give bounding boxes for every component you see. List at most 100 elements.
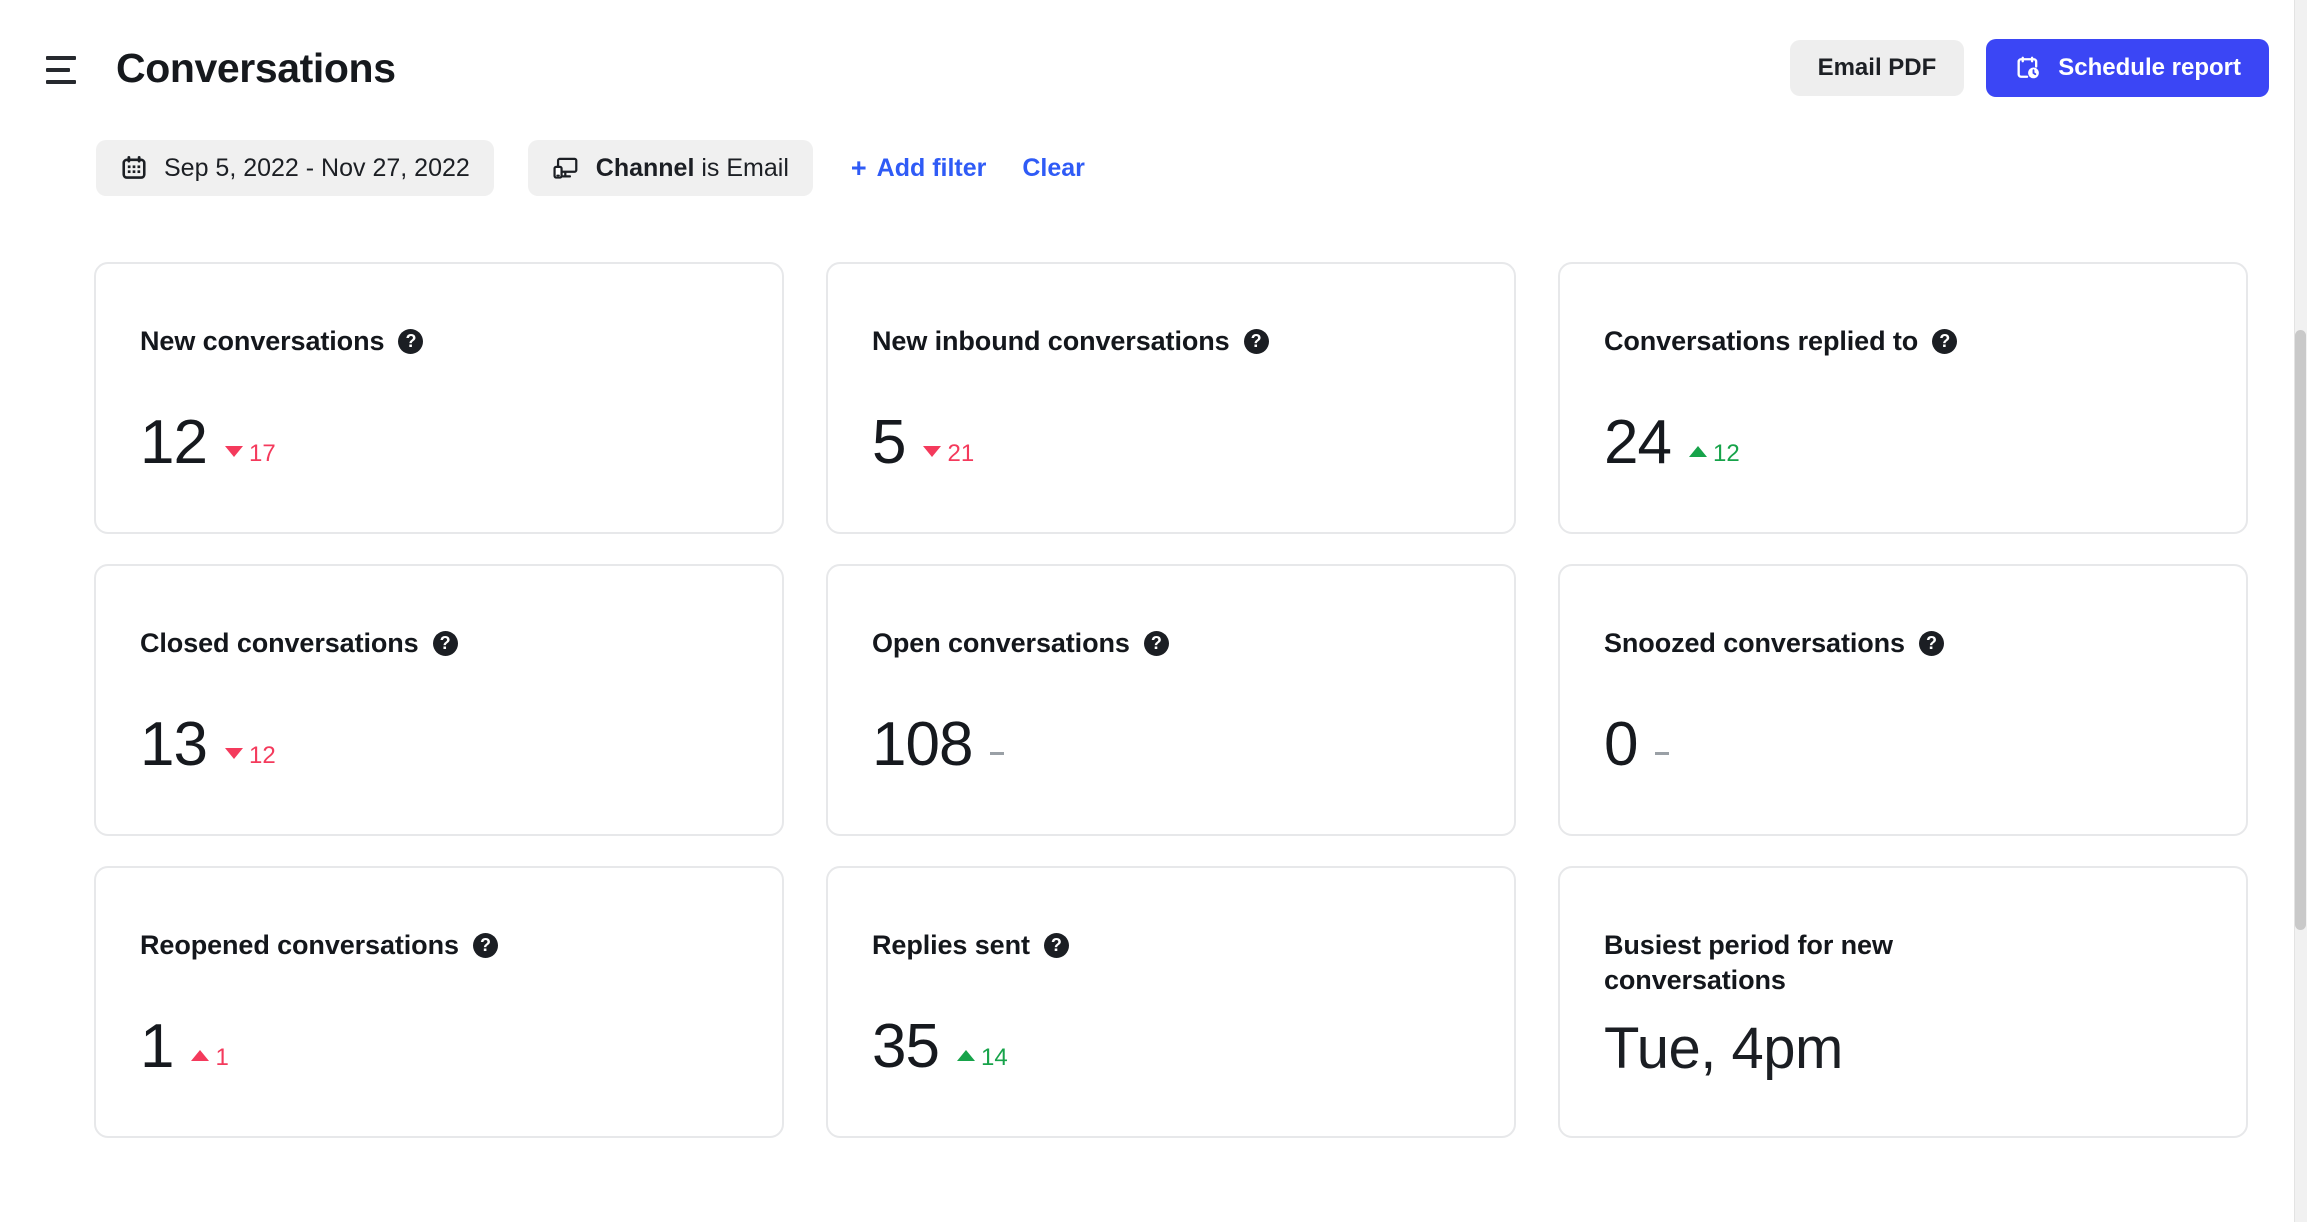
metric-card-delta: 17 [224,439,276,468]
analytics-page: Conversations Email PDF Schedule report [0,0,2307,1222]
plus-icon: + [850,152,867,183]
metric-card-value: 1 [140,1012,174,1081]
channel-filter[interactable]: Channel is Email [527,140,813,196]
metric-card-title: New inbound conversations? [872,324,1470,359]
add-filter-button[interactable]: + Add filter [851,154,987,183]
channel-filter-key: Channel [595,153,695,182]
date-range-label: Sep 5, 2022 - Nov 27, 2022 [164,153,470,182]
metric-card-delta [990,752,1005,761]
metric-card-value: 24 [1604,408,1672,477]
metric-card-title-text: Snoozed conversations [1604,628,1905,658]
triangle-down-icon [224,446,243,457]
schedule-report-button[interactable]: Schedule report [1986,39,2269,97]
metric-card-delta-value: 21 [947,439,975,467]
metric-card-value: 108 [872,710,973,779]
metric-card-delta-value: 14 [980,1043,1008,1071]
metric-card: Conversations replied to? 24 12 [1558,262,2248,534]
metric-card-delta-value: 12 [1712,439,1740,467]
help-circle-icon[interactable]: ? [1043,932,1069,958]
metric-card-title: Snoozed conversations? [1604,626,2202,661]
hamburger-line [46,68,70,72]
schedule-report-label: Schedule report [2058,54,2241,81]
metric-card-title-text: New conversations [140,326,385,356]
metrics-grid: New conversations? 12 17 New inbound conver… [94,262,2248,1138]
date-range-filter[interactable]: Sep 5, 2022 - Nov 27, 2022 [96,140,494,196]
metric-card-delta: 21 [923,440,974,468]
metric-card: Busiest period for new conversations Tue,… [1558,866,2248,1138]
metric-card: Snoozed conversations? 0 [1558,564,2248,836]
metric-card-title: Open conversations? [872,626,1470,661]
metric-card-value-row: 0 [1604,710,1670,779]
help-circle-icon[interactable]: ? [432,630,458,656]
channel-filter-value: is Email [701,153,789,182]
metric-card-delta-value: 1 [215,1043,229,1071]
triangle-up-icon [1688,446,1707,457]
help-circle-icon[interactable]: ? [472,932,498,958]
help-circle-icon[interactable]: ? [1243,328,1269,354]
flat-dash-icon [1655,752,1670,755]
help-circle-icon[interactable]: ? [398,328,424,354]
triangle-down-icon [224,748,243,759]
triangle-up-icon [956,1050,975,1061]
metric-card-value-row: 12 17 [140,412,276,474]
metric-card-title-text: Reopened conversations [140,930,459,960]
help-circle-icon[interactable]: ? [1918,630,1944,656]
metric-card-value-row: Tue, 4pm [1604,1020,1843,1078]
metric-card-value-row: 108 [872,710,1005,779]
calendar-icon [120,154,148,182]
metric-card: Open conversations? 108 [826,564,1516,836]
metric-card-delta: 14 [956,1043,1008,1072]
devices-icon [552,154,580,182]
hamburger-menu-icon[interactable] [46,55,80,85]
metric-card-value: 12 [140,408,208,477]
metric-card-title-text: Replies sent [872,930,1030,960]
metric-card-title: Reopened conversations? [140,928,738,963]
hamburger-line [46,56,76,60]
clear-filters-button[interactable]: Clear [1022,154,1085,183]
calendar-clock-icon [2014,54,2042,82]
page-title: Conversations [116,44,396,91]
metric-card: New conversations? 12 17 [94,262,784,534]
metric-card-delta: 12 [224,742,276,770]
email-pdf-button[interactable]: Email PDF [1789,40,1965,96]
metric-card-value-row: 5 21 [872,412,974,474]
metric-card-title-text: Conversations replied to [1604,326,1919,356]
help-circle-icon[interactable]: ? [1143,630,1169,656]
metric-card: New inbound conversations? 5 21 [826,262,1516,534]
page-scrollbar[interactable] [2294,0,2307,1222]
metric-card: Closed conversations? 13 12 [94,564,784,836]
metric-card-title: New conversations? [140,324,738,359]
metric-card-value-row: 11 [140,1016,229,1078]
metric-card-title: Conversations replied to? [1604,324,2202,359]
metric-card-value-row: 13 12 [140,714,276,776]
hamburger-line [46,80,76,84]
help-circle-icon[interactable]: ? [1932,328,1958,354]
metric-card: Replies sent? 35 14 [826,866,1516,1138]
metric-card-title: Closed conversations? [140,626,738,661]
metric-card-title-text: Open conversations [872,628,1130,658]
page-header: Conversations Email PDF Schedule report [0,0,2307,136]
metric-card-value: 0 [1604,710,1638,779]
metric-card-title: Busiest period for new conversations [1604,928,1984,997]
metric-card-delta-value: 17 [248,439,276,467]
triangle-up-icon [191,1050,210,1061]
metric-card-title-text: Closed conversations [140,628,419,658]
metric-card-delta [1655,752,1670,761]
metric-card-delta: 1 [191,1043,229,1072]
scrollbar-thumb[interactable] [2295,330,2306,930]
metric-card-value: 5 [872,408,906,477]
metric-card-title: Replies sent? [872,928,1470,963]
flat-dash-icon [990,752,1005,755]
metric-card-delta: 12 [1688,439,1740,468]
add-filter-label: Add filter [876,153,987,182]
metric-card-title-text: Busiest period for new conversations [1604,930,1893,995]
metric-card-value-row: 35 14 [872,1016,1008,1078]
metric-card-value: Tue, 4pm [1604,1016,1843,1081]
channel-filter-label: Channel is Email [596,154,789,183]
metric-card-value: 13 [140,710,208,779]
metric-card: Reopened conversations? 1 1 [94,866,784,1138]
metric-card-title-text: New inbound conversations [872,326,1230,356]
triangle-down-icon [923,446,942,457]
metric-card-value: 35 [872,1012,940,1081]
filter-bar: Sep 5, 2022 - Nov 27, 2022 Channel is Em… [96,140,1085,196]
